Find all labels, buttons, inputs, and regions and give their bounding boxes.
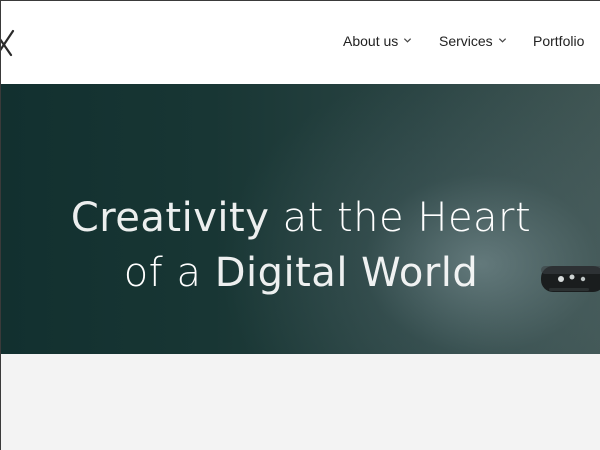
logo-link[interactable]: [1, 25, 21, 59]
hero-title-text: at the Heart: [269, 194, 532, 241]
nav-item-about-us[interactable]: About us: [343, 31, 412, 51]
hero-title-text: of a: [123, 249, 215, 296]
nav-item-portfolio[interactable]: Portfolio: [533, 31, 584, 51]
site-header: About us Services Portfolio: [1, 1, 600, 84]
content-area: [1, 354, 600, 450]
chevron-down-icon: [498, 38, 506, 43]
page: About us Services Portfolio Creativity a…: [0, 0, 600, 450]
nav-item-label: About us: [343, 33, 399, 49]
hero-banner: Creativity at the Heart of a Digital Wor…: [1, 84, 600, 354]
hero-title-emphasis: Creativity: [70, 194, 270, 241]
hero-device-image: [541, 266, 600, 292]
nav-item-services[interactable]: Services: [439, 31, 507, 51]
x-logo-icon: [1, 29, 15, 57]
nav-item-label: Services: [439, 33, 493, 49]
chevron-down-icon: [404, 38, 412, 43]
hero-title: Creativity at the Heart of a Digital Wor…: [1, 191, 600, 301]
nav-item-label: Portfolio: [533, 33, 585, 49]
hero-title-emphasis: Digital World: [214, 249, 479, 296]
